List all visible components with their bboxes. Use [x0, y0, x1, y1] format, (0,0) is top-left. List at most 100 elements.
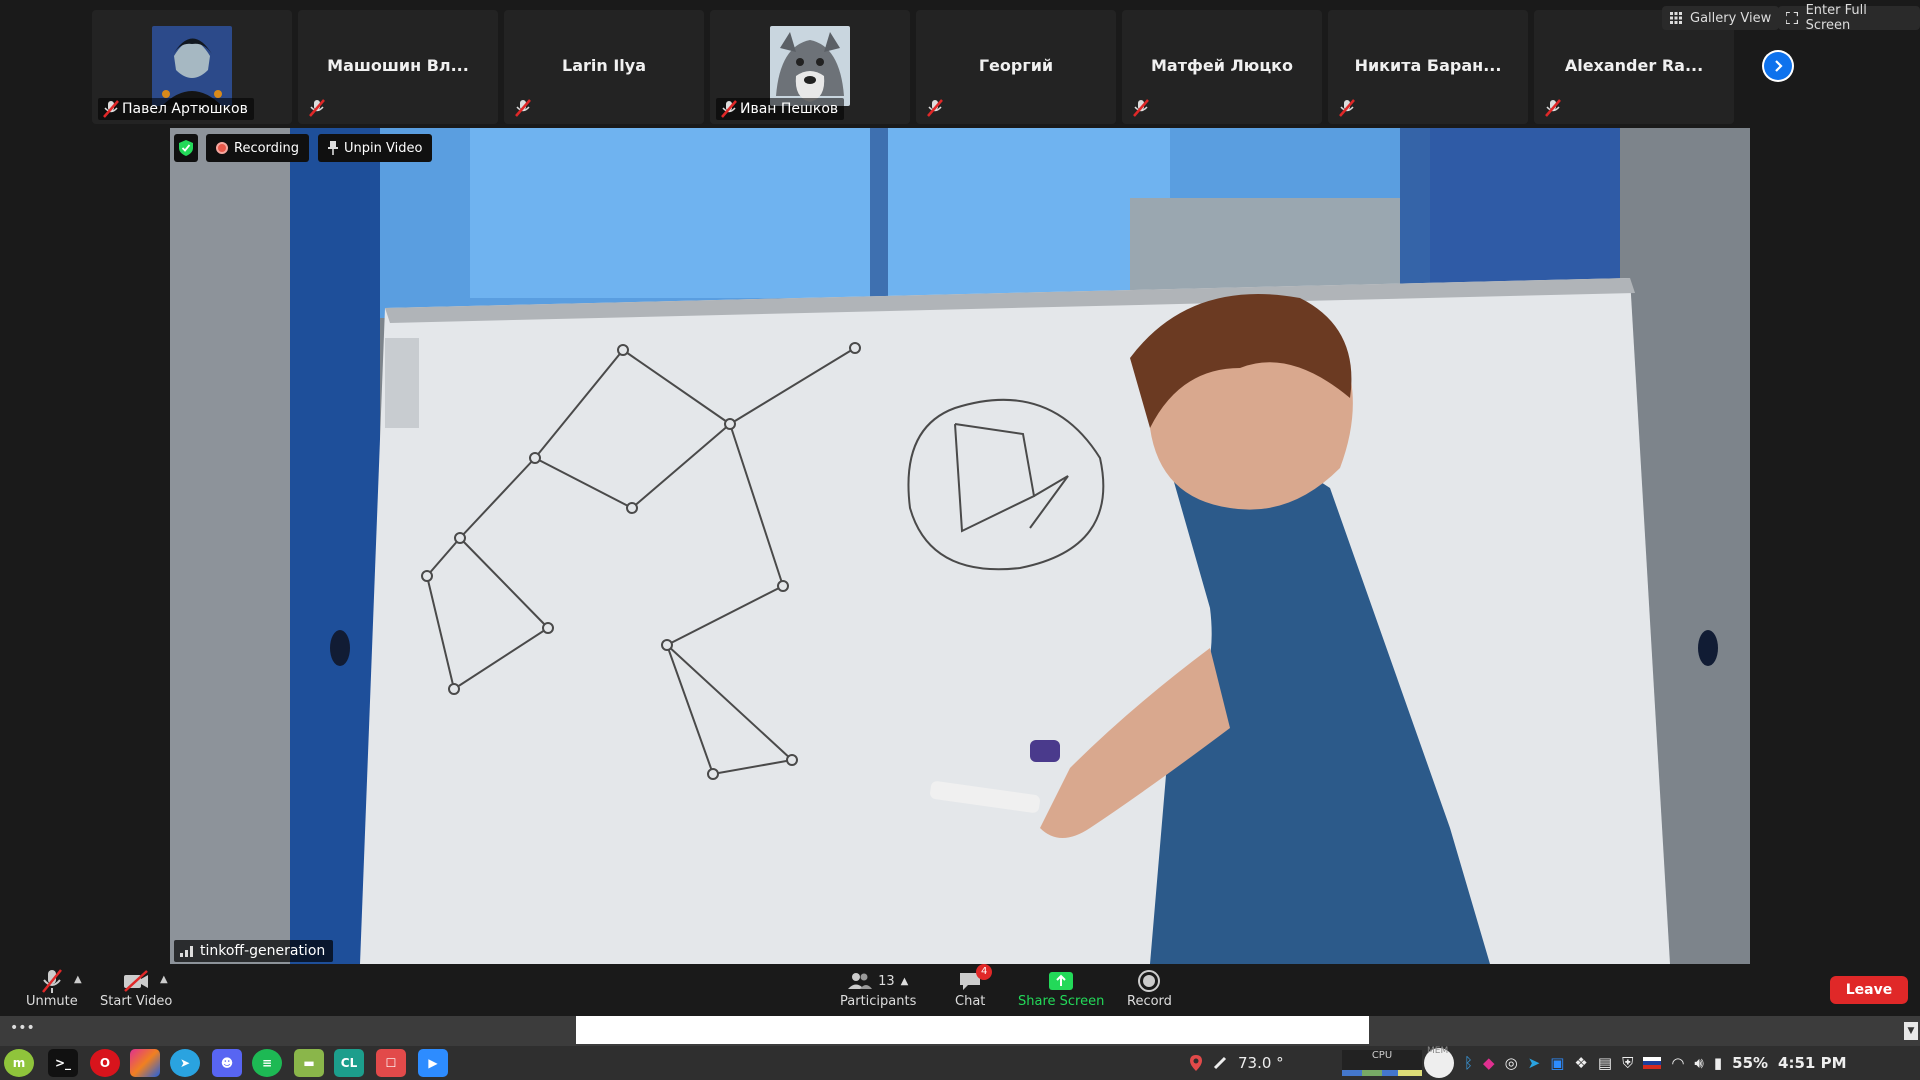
mem-label: MEM — [1427, 1046, 1449, 1056]
grid-icon — [1670, 12, 1682, 24]
participant-name: Никита Баран... — [1354, 56, 1502, 75]
participant-tile[interactable]: Павел Артюшков — [92, 10, 292, 124]
dropbox-icon[interactable]: ❖ — [1574, 1054, 1587, 1072]
clock[interactable]: 4:51 PM — [1778, 1054, 1846, 1072]
participant-name: Машошин Вл... — [327, 56, 469, 75]
gallery-view-button[interactable]: Gallery View — [1662, 6, 1780, 30]
shield-tray-icon[interactable]: ⛨ — [1622, 1054, 1633, 1072]
participants-count: 13 — [878, 973, 895, 989]
spotify-icon[interactable]: ≡ — [252, 1049, 282, 1077]
bluetooth-icon[interactable]: ᛒ — [1464, 1054, 1473, 1072]
chat-button[interactable]: 4 Chat — [955, 964, 993, 1009]
participants-button[interactable]: 13 ▲ Participants — [840, 968, 916, 1009]
signal-bars-icon — [180, 946, 193, 957]
participant-tile[interactable]: Larin Ilya — [504, 10, 704, 124]
share-screen-button[interactable]: Share Screen — [1018, 968, 1104, 1009]
unpin-video-label: Unpin Video — [344, 140, 423, 156]
participant-tile[interactable]: Георгий — [916, 10, 1116, 124]
language-flag-icon[interactable] — [1643, 1057, 1662, 1069]
zoom-tray-icon[interactable]: ▣ — [1550, 1054, 1564, 1072]
chat-badge: 4 — [976, 964, 993, 980]
gallery-view-label: Gallery View — [1690, 10, 1772, 26]
jetbrains-icon[interactable] — [130, 1049, 160, 1077]
chevron-right-icon — [1775, 60, 1783, 72]
jetbrains-toolbox-icon[interactable]: ◆ — [1483, 1054, 1495, 1072]
zoom-icon[interactable]: ▶ — [418, 1049, 448, 1077]
participant-name: Георгий — [978, 56, 1054, 75]
record-button[interactable]: Record — [1127, 968, 1172, 1009]
cpu-label: CPU — [1371, 1050, 1393, 1061]
record-label: Record — [1127, 994, 1172, 1009]
unpin-video-button[interactable]: Unpin Video — [318, 134, 433, 162]
share-screen-label: Share Screen — [1018, 994, 1105, 1009]
participant-tile[interactable]: Иван Пешков — [710, 10, 910, 124]
unmute-button[interactable]: Unmute — [26, 968, 78, 1009]
record-dot-icon — [216, 142, 228, 154]
more-icon[interactable]: ••• — [10, 1020, 35, 1036]
cpu-graph[interactable]: CPU — [1342, 1050, 1422, 1076]
obs-icon[interactable]: ◎ — [1505, 1054, 1518, 1072]
participant-tile[interactable]: Никита Баран... — [1328, 10, 1528, 124]
files-icon[interactable]: ▬ — [294, 1049, 324, 1077]
mic-muted-icon — [1133, 99, 1149, 117]
scrollbar-thumb[interactable] — [576, 1016, 1369, 1044]
app-icon[interactable]: ☐ — [376, 1049, 406, 1077]
security-badge — [174, 134, 198, 162]
thermometer-icon — [1213, 1056, 1227, 1070]
video-off-icon — [124, 970, 149, 992]
mic-muted-icon — [309, 99, 325, 117]
mic-muted-icon — [927, 99, 943, 117]
start-video-label: Start Video — [100, 994, 173, 1009]
recording-indicator[interactable]: Recording — [206, 134, 310, 162]
mem-gauge[interactable]: MEM — [1424, 1046, 1454, 1078]
wifi-icon[interactable]: ◠ — [1671, 1054, 1684, 1072]
mic-muted-icon — [721, 100, 737, 118]
temperature-readout: 73.0 ° — [1238, 1054, 1284, 1072]
next-page-button[interactable] — [1762, 50, 1794, 82]
share-screen-icon — [1049, 972, 1074, 990]
telegram-icon[interactable]: ➤ — [170, 1049, 200, 1077]
participant-name: Иван Пешков — [740, 101, 839, 117]
fullscreen-icon — [1786, 12, 1798, 24]
system-tray-left: 73.0 ° — [1190, 1046, 1284, 1080]
menu-icon[interactable]: m — [4, 1049, 34, 1077]
mic-muted-icon — [1545, 99, 1561, 117]
participant-name-label: Иван Пешков — [716, 98, 845, 120]
participant-name: Матфей Люцко — [1150, 56, 1294, 75]
clipboard-icon[interactable]: ▤ — [1598, 1054, 1612, 1072]
volume-icon[interactable]: 🔊︎ — [1694, 1054, 1703, 1072]
battery-readout: 55% — [1732, 1054, 1769, 1072]
panel-strip: ••• ▼ — [0, 1016, 1920, 1046]
main-video[interactable] — [170, 128, 1750, 964]
leave-label: Leave — [1845, 982, 1893, 998]
discord-icon[interactable]: ☻ — [212, 1049, 242, 1077]
mic-muted-icon — [103, 100, 119, 118]
recording-label: Recording — [234, 140, 300, 156]
mic-muted-icon — [41, 969, 62, 993]
avatar — [152, 26, 232, 106]
telegram-tray-icon[interactable]: ➤ — [1528, 1054, 1541, 1072]
clion-icon[interactable]: CL — [334, 1049, 364, 1077]
location-icon[interactable] — [1190, 1055, 1202, 1071]
os-taskbar: m >_ O ➤ ☻ ≡ ▬ CL ☐ ▶ 73.0 ° CPU MEM ᛒ ◆… — [0, 1046, 1920, 1080]
terminal-icon[interactable]: >_ — [48, 1049, 78, 1077]
leave-button[interactable]: Leave — [1830, 976, 1908, 1004]
battery-icon[interactable]: ▮ — [1714, 1054, 1722, 1072]
video-frame — [170, 128, 1750, 964]
participant-strip: Павел Артюшков Машошин Вл... Larin Ilya … — [0, 0, 1920, 126]
opera-icon[interactable]: O — [90, 1049, 120, 1077]
shield-check-icon — [179, 140, 193, 156]
participant-name: Alexander Ra... — [1564, 56, 1704, 75]
full-screen-label: Enter Full Screen — [1805, 3, 1867, 33]
mic-muted-icon — [515, 99, 531, 117]
scroll-down-button[interactable]: ▼ — [1904, 1022, 1918, 1040]
participant-tile[interactable]: Матфей Люцко — [1122, 10, 1322, 124]
audio-options-caret[interactable]: ▲ — [74, 974, 82, 985]
system-tray-right: MEM ᛒ ◆ ◎ ➤ ▣ ❖ ▤ ⛨ ◠ 🔊︎ ▮ 55% 4:51 PM — [1424, 1046, 1847, 1080]
participant-tile[interactable]: Машошин Вл... — [298, 10, 498, 124]
video-options-caret[interactable]: ▲ — [160, 974, 168, 985]
mic-muted-icon — [1339, 99, 1355, 117]
full-screen-button[interactable]: Enter Full Screen — [1778, 3, 1920, 33]
participants-caret[interactable]: ▲ — [901, 976, 909, 987]
participant-name: Павел Артюшков — [122, 101, 248, 117]
